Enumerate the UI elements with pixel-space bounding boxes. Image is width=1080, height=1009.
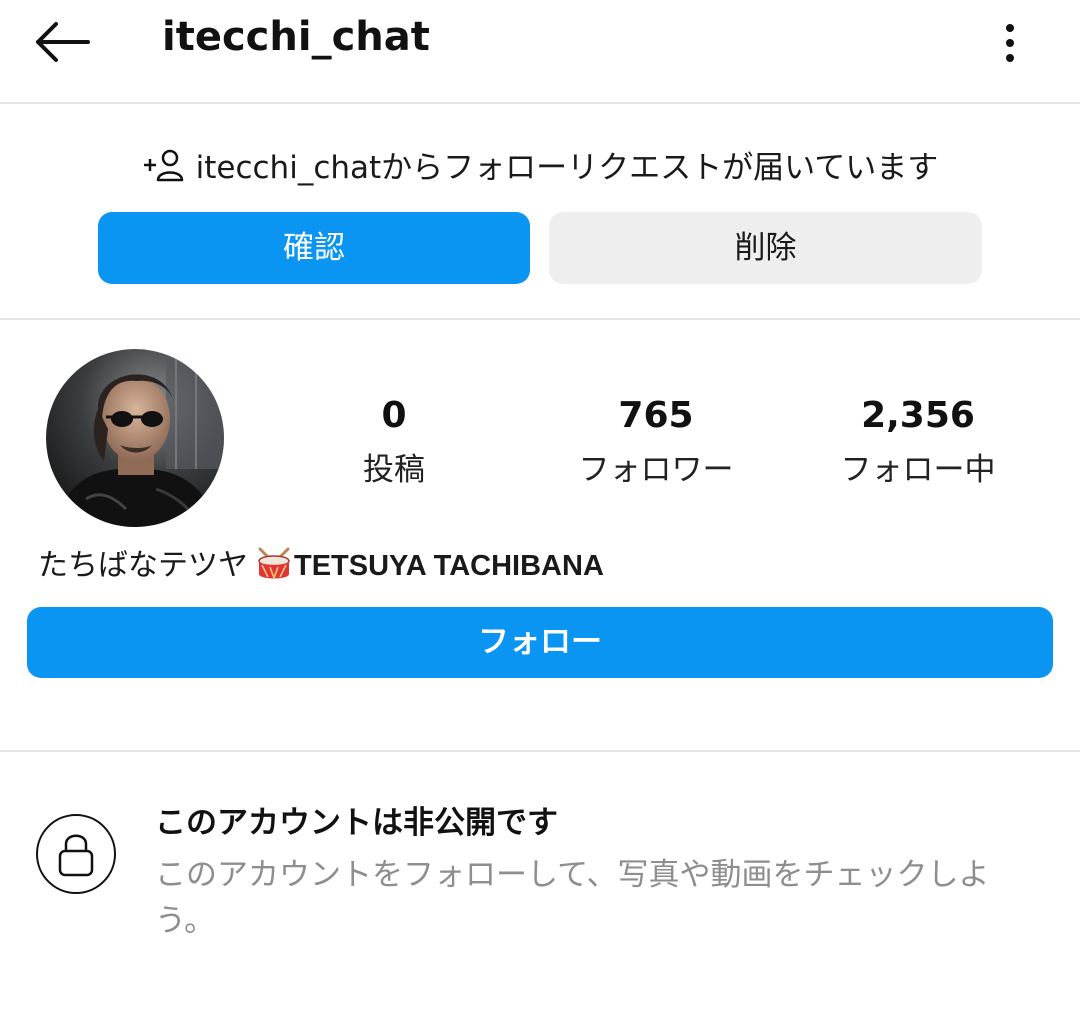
- vertical-dots-icon: [1006, 24, 1014, 62]
- lock-icon: [58, 834, 94, 877]
- lock-badge: [36, 814, 116, 894]
- drum-icon: [258, 547, 290, 579]
- followers-label: フォロワー: [578, 452, 734, 488]
- stat-posts: 0 投稿: [284, 393, 504, 489]
- follow-request-banner: itecchi_chatからフォローリクエストが届いています 確認 削除: [0, 104, 1080, 320]
- delete-button[interactable]: 削除: [549, 212, 982, 284]
- stat-followers[interactable]: 765 フォロワー: [546, 393, 766, 489]
- posts-label: 投稿: [363, 452, 425, 488]
- private-account-description: このアカウントをフォローして、写真や動画をチェックしよう。: [155, 857, 990, 939]
- confirm-button[interactable]: 確認: [98, 212, 530, 284]
- request-username[interactable]: itecchi_chat: [196, 150, 382, 186]
- follow-request-text: itecchi_chatからフォローリクエストが届いています: [0, 142, 1080, 187]
- profile-page: itecchi_chat itecchi_chatからフォローリクエストが届いて…: [0, 0, 1080, 1009]
- stat-following[interactable]: 2,356 フォロー中: [808, 393, 1028, 489]
- top-bar: itecchi_chat: [0, 0, 1080, 104]
- add-user-icon: [143, 149, 184, 182]
- followers-count: 765: [618, 395, 694, 436]
- section-divider: [0, 750, 1080, 752]
- request-message: からフォローリクエストが届いています: [381, 150, 939, 186]
- back-button[interactable]: [30, 18, 94, 66]
- more-options-button[interactable]: [990, 18, 1030, 66]
- posts-count: 0: [381, 395, 407, 436]
- display-name-jp: たちばなテツヤ: [38, 548, 248, 583]
- private-account-title: このアカウントは非公開です: [155, 805, 558, 841]
- following-label: フォロー中: [840, 452, 996, 488]
- display-name: たちばなテツヤ TETSUYA TACHIBANA: [38, 540, 604, 584]
- avatar[interactable]: [46, 349, 224, 527]
- following-count: 2,356: [861, 395, 975, 436]
- profile-username: itecchi_chat: [162, 14, 430, 60]
- display-name-latin: TETSUYA TACHIBANA: [294, 550, 604, 582]
- follow-button[interactable]: フォロー: [27, 607, 1053, 678]
- avatar-photo: [46, 349, 224, 527]
- arrow-left-icon: [36, 22, 90, 62]
